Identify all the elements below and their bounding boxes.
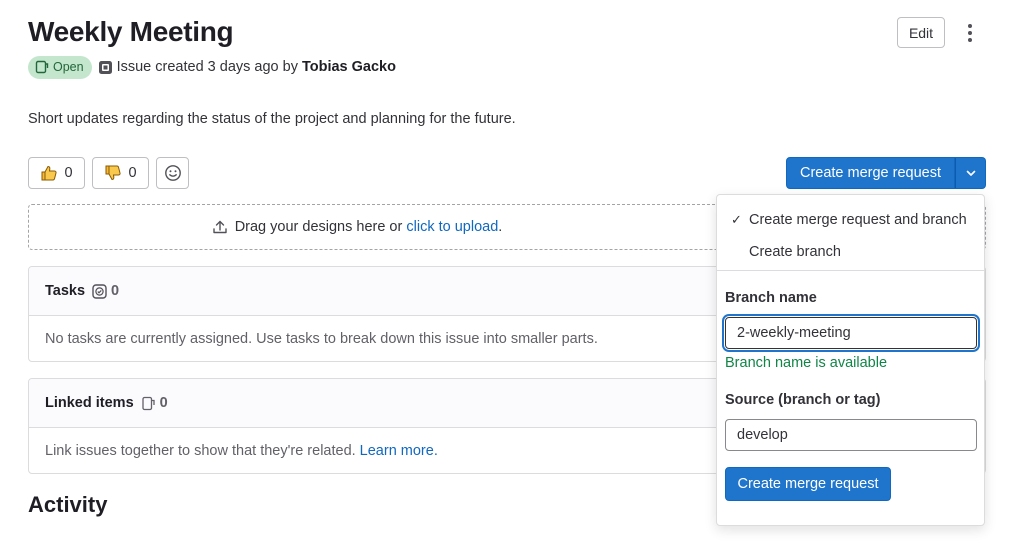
branch-name-input[interactable] — [725, 317, 977, 349]
thumbs-down-button[interactable]: 0 — [92, 157, 149, 189]
create-merge-request-split-button: Create merge request — [786, 157, 986, 189]
tasks-count-value: 0 — [111, 283, 120, 299]
thumbs-up-button[interactable]: 0 — [28, 157, 85, 189]
thumbs-down-count: 0 — [128, 165, 137, 181]
issue-open-icon — [35, 60, 49, 74]
issue-meta: Open Issue created 3 days ago by Tobias … — [28, 55, 396, 79]
author-link[interactable]: Tobias Gacko — [302, 59, 396, 75]
merge-request-dropdown-toggle[interactable] — [955, 157, 986, 189]
upload-link[interactable]: click to upload — [406, 219, 498, 235]
thumbs-up-count: 0 — [64, 165, 73, 181]
linked-items-title: Linked items — [45, 395, 134, 411]
add-reaction-button[interactable] — [156, 157, 189, 189]
issue-description: Short updates regarding the status of th… — [28, 111, 516, 127]
status-label: Open — [53, 60, 84, 74]
more-actions-icon[interactable] — [960, 20, 980, 46]
activity-heading: Activity — [28, 492, 108, 517]
option-create-mr-and-branch[interactable]: ✓ Create merge request and branch — [717, 205, 984, 235]
smiley-icon — [164, 165, 181, 181]
page-title: Weekly Meeting — [28, 16, 234, 47]
thumbs-up-icon — [41, 165, 58, 181]
issue-type-icon — [98, 60, 112, 74]
thumbs-down-icon — [105, 165, 122, 181]
tasks-title: Tasks — [45, 283, 86, 299]
learn-more-link[interactable]: Learn more. — [360, 443, 438, 459]
check-icon: ✓ — [731, 212, 742, 227]
linked-items-count-value: 0 — [159, 395, 168, 411]
upload-text: Drag your designs here or — [234, 219, 403, 235]
create-merge-request-button[interactable]: Create merge request — [786, 157, 955, 189]
branch-name-label: Branch name — [725, 290, 817, 306]
dropdown-divider — [717, 270, 984, 271]
created-text: Issue created 3 days ago by — [116, 59, 298, 75]
edit-button[interactable]: Edit — [897, 17, 945, 48]
status-badge: Open — [28, 55, 92, 79]
chevron-down-icon — [966, 170, 975, 176]
issue-link-icon — [141, 396, 155, 410]
option-create-mr-and-branch-label: Create merge request and branch — [749, 212, 967, 228]
task-done-icon — [92, 283, 107, 299]
option-create-branch[interactable]: Create branch — [717, 237, 984, 267]
linked-items-count: 0 — [141, 395, 168, 411]
option-create-branch-label: Create branch — [749, 244, 841, 260]
branch-name-status: Branch name is available — [725, 355, 888, 371]
merge-request-dropdown-menu: ✓ Create merge request and branch Create… — [716, 194, 985, 526]
upload-icon — [212, 220, 227, 234]
source-label: Source (branch or tag) — [725, 392, 881, 408]
issue-created-info: Issue created 3 days ago by Tobias Gacko — [98, 59, 396, 75]
linked-items-empty-text: Link issues together to show that they'r… — [45, 442, 356, 459]
source-input[interactable] — [725, 419, 977, 451]
tasks-count: 0 — [92, 283, 119, 299]
upload-suffix: . — [498, 219, 503, 235]
submit-create-merge-request-button[interactable]: Create merge request — [725, 467, 891, 501]
